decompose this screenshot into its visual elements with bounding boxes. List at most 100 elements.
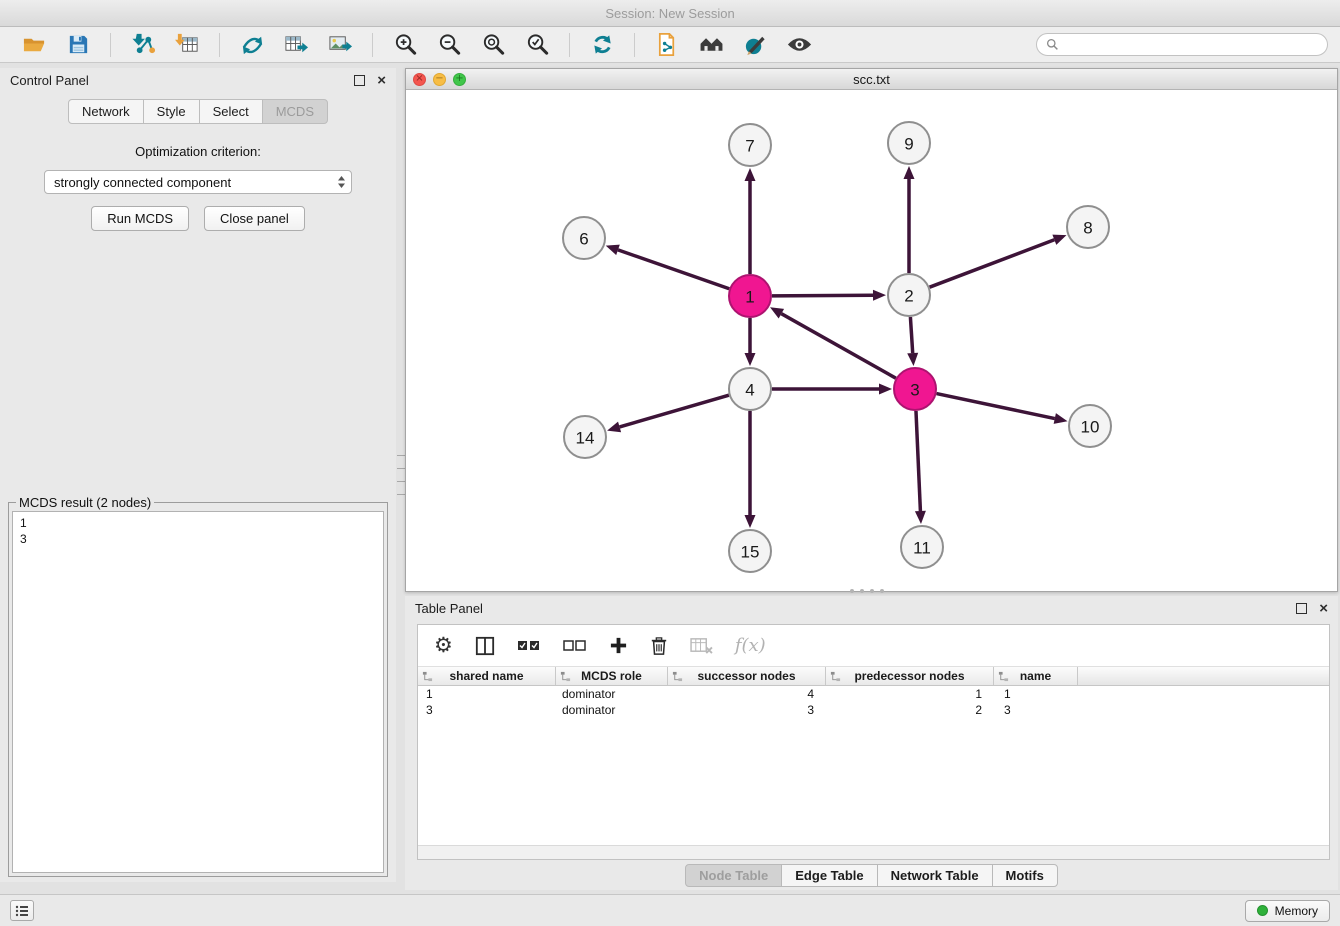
graph-node-7[interactable]: 7 — [729, 124, 771, 166]
memory-button[interactable]: Memory — [1245, 900, 1330, 922]
graph-edge-4-14[interactable] — [607, 395, 729, 432]
style-brush-icon[interactable] — [740, 30, 770, 60]
window-title: Session: New Session — [605, 6, 734, 21]
close-table-panel-icon[interactable]: × — [1319, 603, 1328, 614]
graph-node-14[interactable]: 14 — [564, 416, 606, 458]
network-from-clipboard-icon[interactable] — [652, 30, 682, 60]
graph-edge-4-3[interactable] — [772, 384, 892, 395]
svg-text:6: 6 — [579, 230, 588, 249]
open-folder-icon[interactable] — [19, 30, 49, 60]
column-header-shared-name[interactable]: shared name — [418, 667, 556, 685]
tab-motifs[interactable]: Motifs — [992, 864, 1058, 887]
search-field[interactable] — [1036, 33, 1328, 56]
graph-edge-2-3[interactable] — [907, 317, 918, 366]
table-row[interactable]: 1dominator411 — [418, 686, 1329, 702]
mcds-result-fieldset: MCDS result (2 nodes) 13 — [8, 495, 388, 877]
graph-node-15[interactable]: 15 — [729, 530, 771, 572]
tab-network[interactable]: Network — [68, 99, 144, 124]
column-type-icon — [672, 671, 683, 682]
zoom-out-icon[interactable] — [434, 30, 464, 60]
column-header-predecessor-nodes[interactable]: predecessor nodes — [826, 667, 994, 685]
network-canvas[interactable]: 7 9 6 8 1 2 4 3 14 10 15 11 — [406, 90, 1337, 590]
select-all-icon[interactable] — [517, 638, 541, 654]
export-table-icon[interactable] — [281, 30, 311, 60]
table-panel-header: Table Panel × — [405, 596, 1338, 620]
graph-node-3[interactable]: 3 — [894, 368, 936, 410]
window-titlebar: Session: New Session — [0, 0, 1340, 27]
graph-edge-2-8[interactable] — [930, 235, 1067, 288]
home-icon[interactable] — [696, 30, 726, 60]
graph-node-11[interactable]: 11 — [901, 526, 943, 568]
svg-text:2: 2 — [904, 287, 913, 306]
add-column-icon[interactable] — [609, 636, 628, 655]
tab-network-table[interactable]: Network Table — [877, 864, 993, 887]
close-panel-icon[interactable]: × — [377, 75, 386, 86]
graph-node-2[interactable]: 2 — [888, 274, 930, 316]
refresh-icon[interactable] — [587, 30, 617, 60]
run-mcds-button[interactable]: Run MCDS — [91, 206, 189, 231]
graph-edge-1-6[interactable] — [606, 245, 730, 289]
tab-style[interactable]: Style — [143, 99, 200, 124]
maximize-window-icon[interactable]: + — [453, 73, 466, 86]
graph-node-6[interactable]: 6 — [563, 217, 605, 259]
import-network-icon[interactable] — [128, 30, 158, 60]
graph-node-9[interactable]: 9 — [888, 122, 930, 164]
tab-select[interactable]: Select — [199, 99, 263, 124]
graph-edge-1-7[interactable] — [745, 168, 756, 274]
tab-mcds[interactable]: MCDS — [262, 99, 328, 124]
graph-edge-2-9[interactable] — [904, 166, 915, 273]
graph-edge-3-10[interactable] — [937, 394, 1068, 424]
task-history-icon[interactable] — [10, 900, 34, 921]
save-icon[interactable] — [63, 30, 93, 60]
column-header-MCDS-role[interactable]: MCDS role — [556, 667, 668, 685]
tab-edge-table[interactable]: Edge Table — [781, 864, 877, 887]
minimize-window-icon[interactable]: − — [433, 73, 446, 86]
graph-edge-1-4[interactable] — [745, 318, 756, 366]
graph-node-1[interactable]: 1 — [729, 275, 771, 317]
delete-column-icon[interactable] — [650, 636, 668, 656]
mcds-result-title: MCDS result (2 nodes) — [16, 495, 154, 510]
mcds-result-list[interactable]: 13 — [12, 511, 384, 873]
column-type-icon — [998, 671, 1009, 682]
column-header-name[interactable]: name — [994, 667, 1078, 685]
graph-edge-3-11[interactable] — [915, 411, 926, 524]
chevron-updown-icon — [337, 175, 346, 189]
zoom-fit-icon[interactable] — [478, 30, 508, 60]
horizontal-splitter[interactable] — [850, 589, 884, 594]
graph-node-4[interactable]: 4 — [729, 368, 771, 410]
svg-text:11: 11 — [913, 539, 931, 558]
close-window-icon[interactable]: × — [413, 73, 426, 86]
column-type-icon — [560, 671, 571, 682]
column-header-successor-nodes[interactable]: successor nodes — [668, 667, 826, 685]
gear-icon[interactable]: ⚙ — [434, 635, 453, 656]
close-panel-button[interactable]: Close panel — [204, 206, 305, 231]
columns-icon[interactable] — [475, 636, 495, 656]
graph-node-8[interactable]: 8 — [1067, 206, 1109, 248]
graph-edge-1-2[interactable] — [772, 290, 886, 301]
float-table-panel-icon[interactable] — [1296, 603, 1307, 614]
zoom-selected-icon[interactable] — [522, 30, 552, 60]
table-cell: 4 — [668, 686, 826, 702]
zoom-in-icon[interactable] — [390, 30, 420, 60]
function-builder-icon[interactable]: f(x) — [735, 635, 766, 656]
search-input[interactable] — [1064, 38, 1318, 52]
vertical-splitter[interactable] — [397, 455, 405, 495]
eye-icon[interactable] — [784, 30, 814, 60]
network-window-titlebar[interactable]: scc.txt × − + — [406, 69, 1337, 90]
table-row[interactable]: 3dominator323 — [418, 702, 1329, 718]
column-type-icon — [422, 671, 433, 682]
graph-node-10[interactable]: 10 — [1069, 405, 1111, 447]
export-network-icon[interactable] — [237, 30, 267, 60]
table-hscrollbar[interactable] — [418, 845, 1329, 859]
float-panel-icon[interactable] — [354, 75, 365, 86]
export-image-icon[interactable] — [325, 30, 355, 60]
graph-edge-4-15[interactable] — [745, 411, 756, 528]
tab-node-table[interactable]: Node Table — [685, 864, 782, 887]
deselect-all-icon[interactable] — [563, 638, 587, 654]
import-table-icon[interactable] — [172, 30, 202, 60]
table-rows: 1dominator4113dominator323 — [418, 686, 1329, 718]
delete-table-icon[interactable] — [690, 636, 713, 655]
criterion-dropdown[interactable]: strongly connected component — [44, 170, 352, 194]
graph-edge-3-1[interactable] — [770, 307, 896, 378]
table-panel-body: ⚙ f(x) — [417, 624, 1330, 860]
